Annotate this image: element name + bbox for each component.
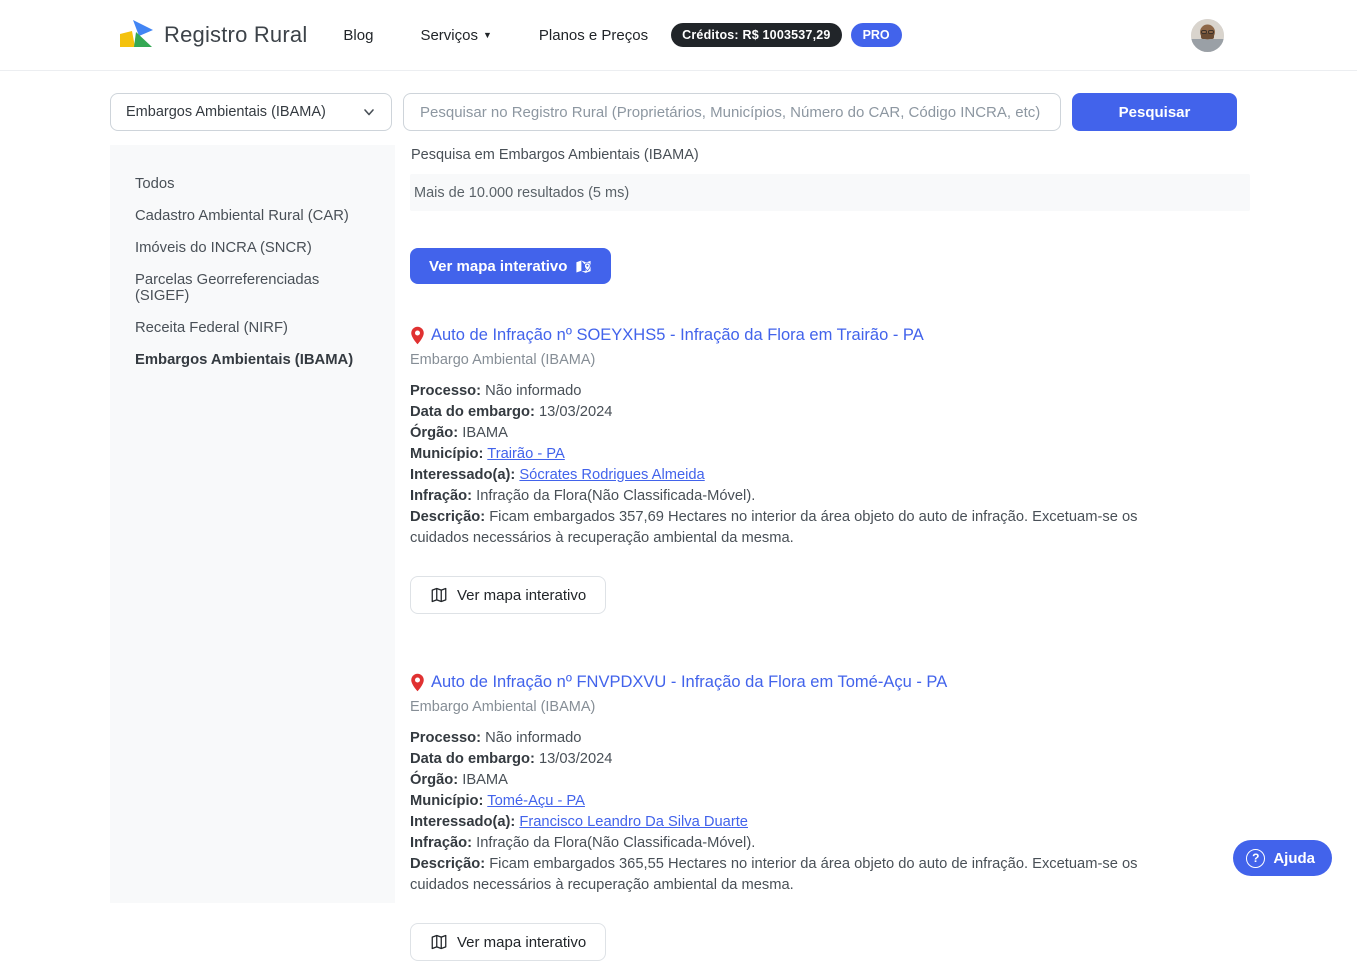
field-interessado: Interessado(a): Francisco Leandro Da Sil…	[410, 814, 748, 830]
pro-badge[interactable]: PRO	[850, 23, 902, 47]
sidebar-item-sigef[interactable]: Parcelas Georreferenciadas (SIGEF)	[110, 264, 395, 312]
field-descricao: Descrição: Ficam embargados 357,69 Hecta…	[410, 509, 1138, 546]
registro-rural-logo-icon	[119, 19, 155, 51]
result-type: Embargo Ambiental (IBAMA)	[410, 352, 596, 368]
sidebar-item-car[interactable]: Cadastro Ambiental Rural (CAR)	[110, 200, 395, 232]
interessado-link[interactable]: Sócrates Rodrigues Almeida	[519, 467, 704, 483]
result-title-link[interactable]: Auto de Infração nº FNVPDXVU - Infração …	[431, 673, 947, 692]
search-button[interactable]: Pesquisar	[1072, 93, 1237, 131]
field-orgao: Órgão: IBAMA	[410, 425, 508, 441]
help-button[interactable]: ? Ajuda	[1233, 840, 1332, 876]
map-pin-icon	[410, 673, 425, 692]
nav-blog[interactable]: Blog	[343, 27, 373, 44]
view-interactive-map-button[interactable]: Ver mapa interativo	[410, 248, 612, 284]
user-avatar[interactable]	[1191, 18, 1224, 52]
search-context-label: Pesquisa em Embargos Ambientais (IBAMA)	[411, 147, 699, 163]
result-card: Auto de Infração nº FNVPDXVU - Infração …	[410, 673, 1250, 961]
top-header: Registro Rural Blog Serviços ▼ Planos e …	[0, 0, 1357, 71]
chevron-down-icon	[362, 105, 376, 119]
view-interactive-map-button[interactable]: Ver mapa interativo	[410, 923, 607, 961]
search-input[interactable]	[403, 93, 1061, 131]
field-municipio: Município: Trairão - PA	[410, 446, 565, 462]
header-badges: Créditos: R$ 1003537,29 PRO	[671, 23, 902, 47]
category-dropdown-value: Embargos Ambientais (IBAMA)	[126, 104, 326, 120]
field-processo: Processo: Não informado	[410, 730, 582, 746]
field-data-embargo: Data do embargo: 13/03/2024	[410, 751, 613, 767]
municipio-link[interactable]: Tomé-Açu - PA	[487, 793, 585, 809]
brand-name: Registro Rural	[164, 22, 308, 47]
result-type: Embargo Ambiental (IBAMA)	[410, 699, 596, 715]
interessado-link[interactable]: Francisco Leandro Da Silva Duarte	[519, 814, 748, 830]
sidebar-item-todos[interactable]: Todos	[110, 168, 395, 200]
map-pin-icon	[575, 258, 592, 275]
field-processo: Processo: Não informado	[410, 383, 582, 399]
field-data-embargo: Data do embargo: 13/03/2024	[410, 404, 613, 420]
category-sidebar: Todos Cadastro Ambiental Rural (CAR) Imó…	[110, 145, 395, 903]
chevron-down-icon: ▼	[482, 30, 492, 40]
results-count: Mais de 10.000 resultados (5 ms)	[414, 184, 630, 201]
sidebar-item-sncr[interactable]: Imóveis do INCRA (SNCR)	[110, 232, 395, 264]
sidebar-item-ibama[interactable]: Embargos Ambientais (IBAMA)	[110, 344, 395, 376]
field-infracao: Infração: Infração da Flora(Não Classifi…	[410, 488, 756, 504]
map-pin-icon	[410, 326, 425, 345]
results-panel: Pesquisa em Embargos Ambientais (IBAMA) …	[410, 145, 1250, 961]
result-fields: Processo: Não informado Data do embargo:…	[410, 728, 1165, 896]
sidebar-item-nirf[interactable]: Receita Federal (NIRF)	[110, 312, 395, 344]
folded-map-icon	[430, 933, 448, 951]
brand-logo[interactable]: Registro Rural	[119, 19, 307, 51]
field-infracao: Infração: Infração da Flora(Não Classifi…	[410, 835, 756, 851]
municipio-link[interactable]: Trairão - PA	[487, 446, 565, 462]
folded-map-icon	[430, 586, 448, 604]
result-title-link[interactable]: Auto de Infração nº SOEYXHS5 - Infração …	[431, 326, 924, 345]
result-fields: Processo: Não informado Data do embargo:…	[410, 381, 1165, 549]
field-descricao: Descrição: Ficam embargados 365,55 Hecta…	[410, 856, 1138, 893]
results-count-bar: Mais de 10.000 resultados (5 ms)	[410, 174, 1250, 211]
nav-servicos[interactable]: Serviços ▼	[420, 27, 491, 44]
field-orgao: Órgão: IBAMA	[410, 772, 508, 788]
field-municipio: Município: Tomé-Açu - PA	[410, 793, 585, 809]
credits-badge[interactable]: Créditos: R$ 1003537,29	[671, 23, 842, 47]
nav-planos-precos[interactable]: Planos e Preços	[539, 27, 648, 44]
category-dropdown[interactable]: Embargos Ambientais (IBAMA)	[110, 93, 392, 131]
search-bar: Embargos Ambientais (IBAMA) Pesquisar	[110, 93, 1237, 131]
result-card: Auto de Infração nº SOEYXHS5 - Infração …	[410, 326, 1250, 614]
view-interactive-map-button[interactable]: Ver mapa interativo	[410, 576, 607, 614]
question-mark-icon: ?	[1246, 848, 1266, 868]
main-nav: Blog Serviços ▼ Planos e Preços	[343, 27, 648, 44]
field-interessado: Interessado(a): Sócrates Rodrigues Almei…	[410, 467, 705, 483]
